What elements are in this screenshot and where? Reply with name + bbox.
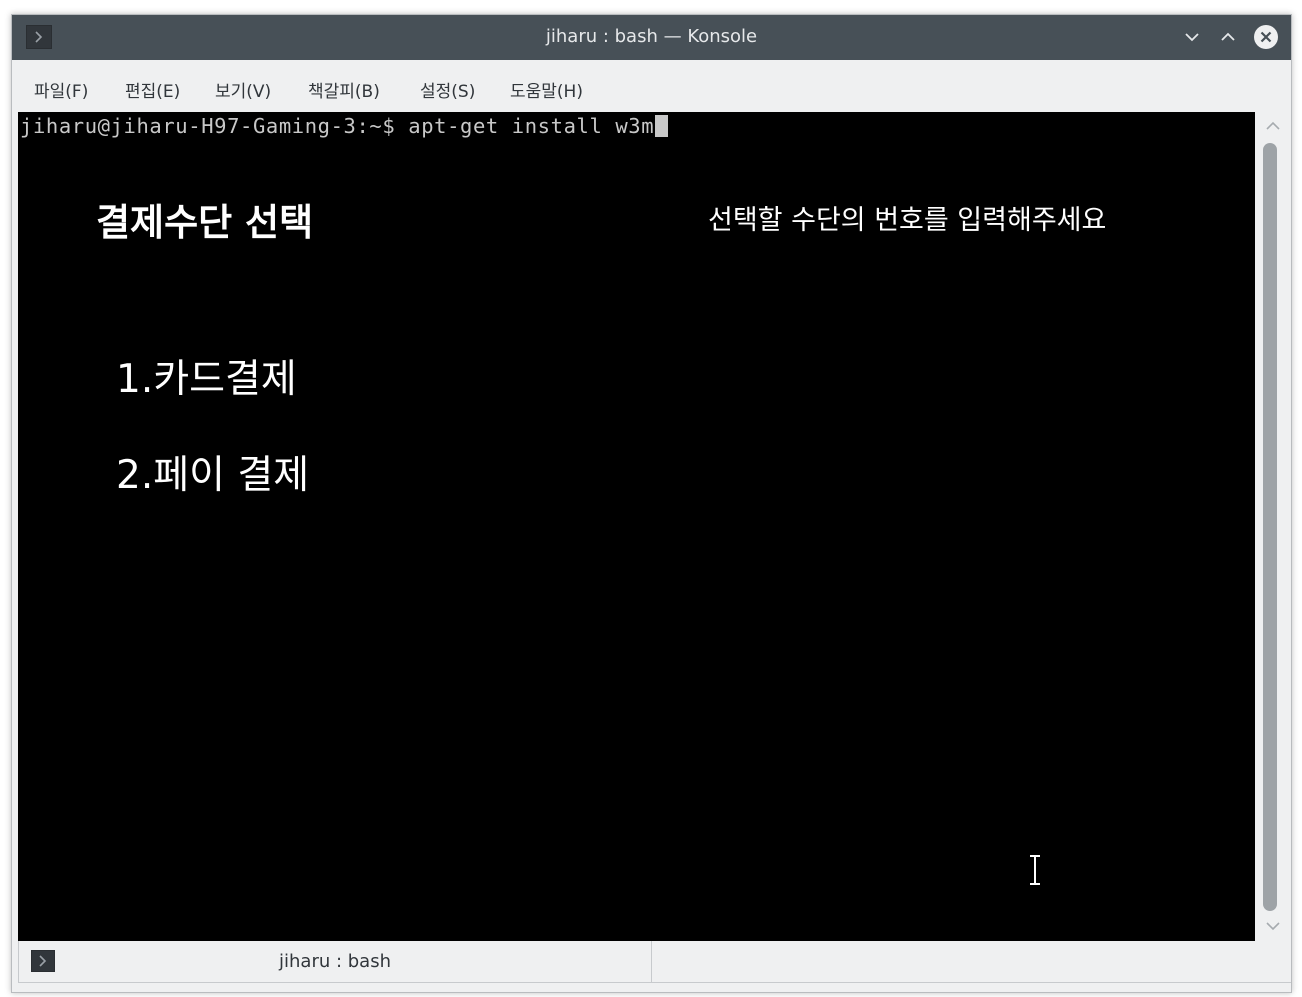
chevron-up-icon xyxy=(1221,32,1235,41)
prompt-text: jiharu@jiharu-H97-Gaming-3:~$ apt-get in… xyxy=(20,114,655,138)
minimize-button[interactable] xyxy=(1179,24,1205,50)
scroll-down-icon[interactable] xyxy=(1265,920,1281,932)
menu-bookmarks[interactable]: 책갈피(B) xyxy=(308,77,380,102)
menu-file[interactable]: 파일(F) xyxy=(34,77,88,102)
option-card-payment[interactable]: 1.카드결제 xyxy=(116,348,297,404)
screen-title: 결제수단 선택 xyxy=(96,201,314,244)
command-line: jiharu@jiharu-H97-Gaming-3:~$ apt-get in… xyxy=(20,114,669,138)
tab-bar-empty-area xyxy=(652,941,1291,983)
screen-hint: 선택할 수단의 번호를 입력해주세요 xyxy=(708,205,1107,236)
menu-edit[interactable]: 편집(E) xyxy=(125,77,180,102)
chevron-down-icon xyxy=(1185,33,1199,42)
menu-bar: 파일(F) 편집(E) 보기(V) 책갈피(B) 설정(S) 도움말(H) xyxy=(12,60,1291,112)
close-button[interactable] xyxy=(1253,24,1279,50)
terminal-view[interactable]: jiharu@jiharu-H97-Gaming-3:~$ apt-get in… xyxy=(18,112,1255,941)
menu-settings[interactable]: 설정(S) xyxy=(420,77,475,102)
text-cursor xyxy=(655,115,669,137)
konsole-window: jiharu : bash — Konsole 파일(F) 편집(E) 보기(V… xyxy=(11,14,1292,993)
title-bar[interactable]: jiharu : bash — Konsole xyxy=(12,15,1291,60)
option-pay-payment[interactable]: 2.페이 결제 xyxy=(116,444,309,500)
tab-bash[interactable]: jiharu : bash xyxy=(18,941,652,983)
scroll-up-icon[interactable] xyxy=(1265,120,1281,132)
window-title: jiharu : bash — Konsole xyxy=(545,26,758,47)
ibeam-cursor-icon xyxy=(1028,854,1042,890)
tab-bar: jiharu : bash xyxy=(12,941,1291,992)
close-icon xyxy=(1254,25,1278,49)
menu-view[interactable]: 보기(V) xyxy=(215,77,271,102)
scrollbar-thumb[interactable] xyxy=(1263,143,1277,911)
maximize-button[interactable] xyxy=(1215,24,1241,50)
menu-help[interactable]: 도움말(H) xyxy=(510,77,583,102)
vertical-scrollbar[interactable] xyxy=(1255,112,1291,941)
tab-label: jiharu : bash xyxy=(279,951,391,972)
